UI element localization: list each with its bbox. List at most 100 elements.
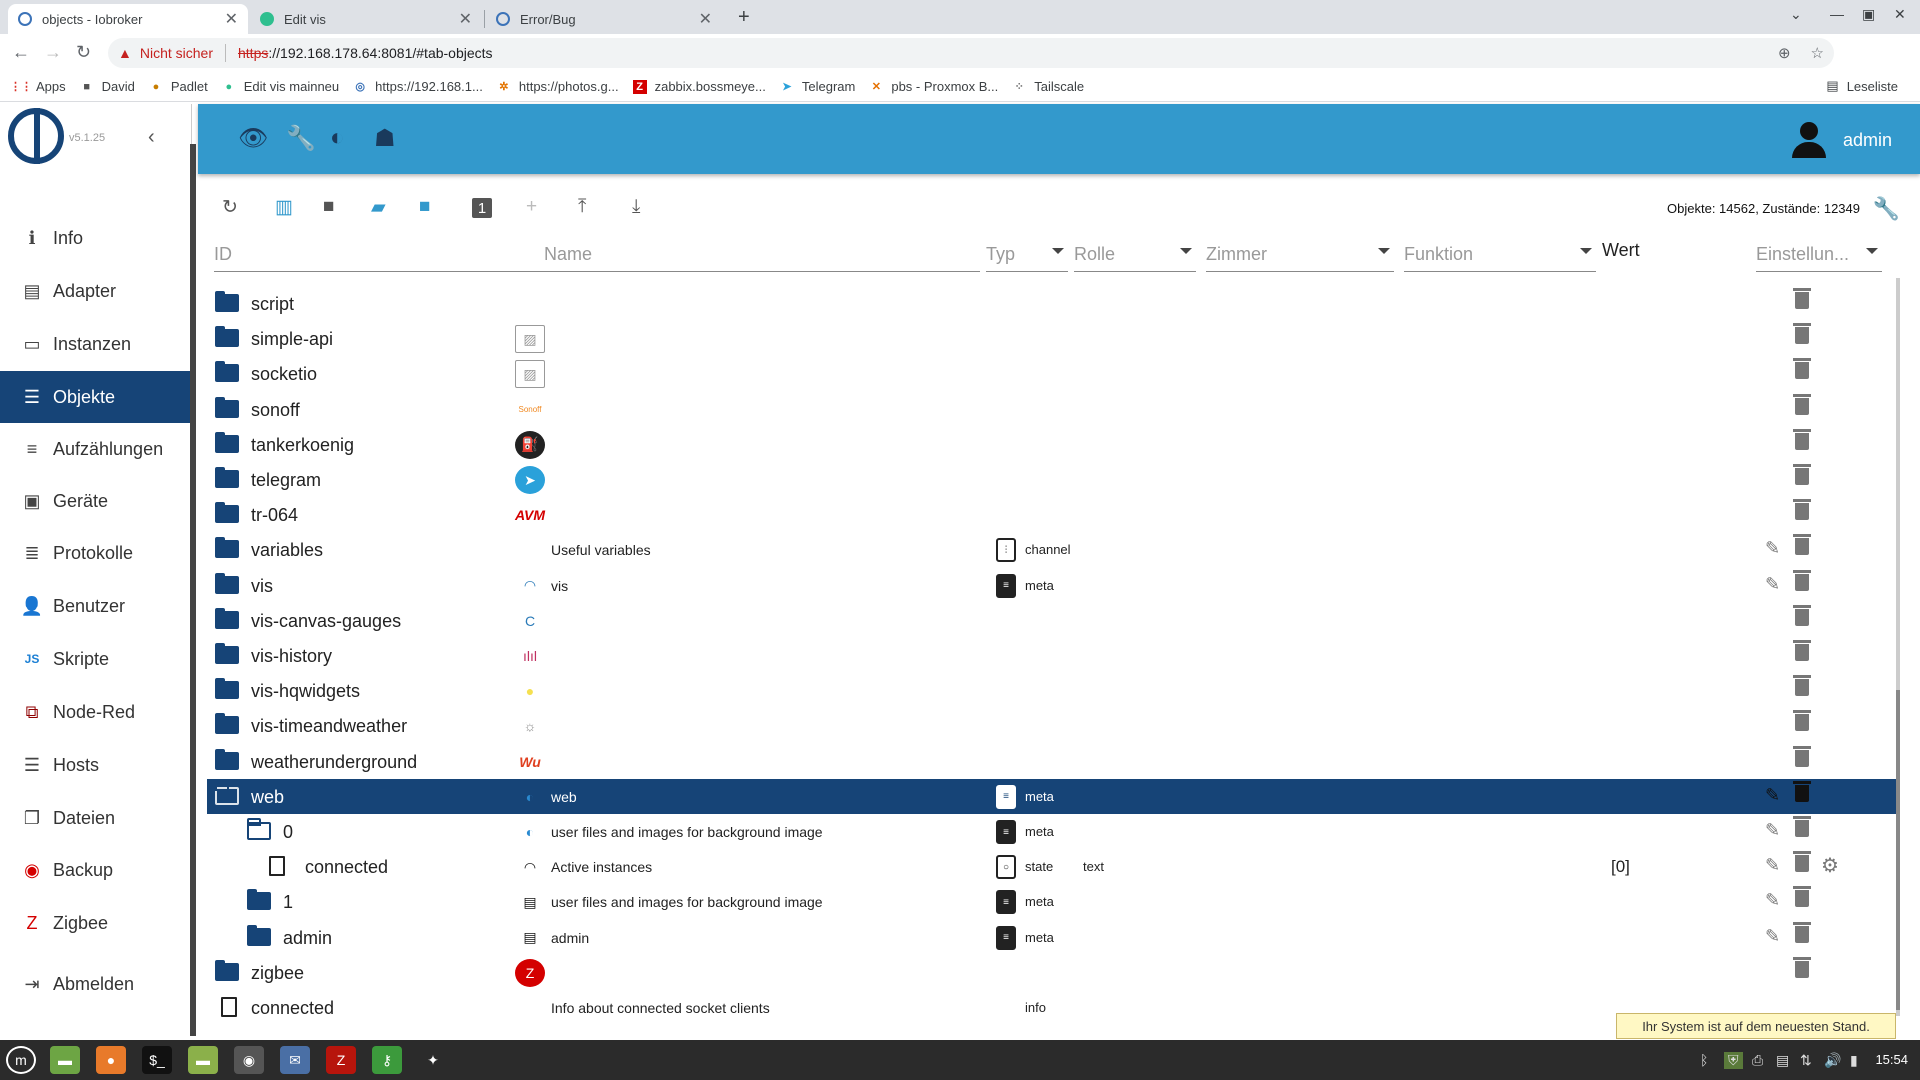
table-row[interactable]: tr-064 AVM (207, 497, 1897, 532)
sidebar-item-zigbee[interactable]: Z Zigbee (0, 897, 192, 949)
file-icon[interactable] (269, 856, 285, 877)
table-row[interactable]: tankerkoenig ⛽ (207, 427, 1897, 462)
refresh-icon[interactable]: ↻ (222, 196, 238, 219)
delete-icon[interactable] (1793, 851, 1811, 877)
bluetooth-icon[interactable]: ᛒ (1700, 1052, 1708, 1068)
folder-icon[interactable] (215, 361, 239, 383)
delete-icon[interactable] (1793, 640, 1811, 666)
mail-icon[interactable]: ✉ (280, 1046, 310, 1074)
table-row[interactable]: script (207, 286, 1897, 321)
url-omnibox[interactable]: ▲ Nicht sicher https ://192.168.178.64:8… (108, 38, 1834, 68)
sidebar-item-hosts[interactable]: ☰ Hosts (0, 739, 192, 791)
bookmark-apps[interactable]: ⋮⋮ Apps (10, 79, 66, 94)
columns-icon[interactable]: ▥ (275, 196, 293, 219)
battery-icon[interactable]: ▮ (1850, 1052, 1858, 1069)
files-icon[interactable]: ▬ (50, 1046, 80, 1074)
folder-icon[interactable] (215, 572, 239, 594)
table-row[interactable]: web ◐ web ≡ meta ✎ (207, 778, 1897, 814)
terminal-icon[interactable]: $_ (142, 1046, 172, 1074)
chrome-icon[interactable]: ◉ (234, 1046, 264, 1074)
wrench-icon[interactable]: 🔧 (286, 124, 316, 153)
table-row[interactable]: socketio ▨ (207, 356, 1897, 391)
folder-icon[interactable] (247, 889, 271, 911)
new-tab-icon[interactable]: + (738, 6, 750, 29)
bookmark-david[interactable]: ■ David (80, 79, 135, 94)
edit-icon[interactable]: ✎ (1765, 538, 1780, 559)
expert-mode-icon[interactable]: ☗ (374, 124, 396, 153)
table-row[interactable]: variables Useful variables ⫶ channel ✎ (207, 532, 1897, 567)
folder-icon[interactable] (247, 924, 271, 946)
reading-list-button[interactable]: ▤ Leseliste (1826, 78, 1898, 94)
expand-folders-icon[interactable]: ■ (419, 196, 430, 218)
folder-icon[interactable] (215, 396, 239, 418)
sidebar-item-node-red[interactable]: ⧉ Node-Red (0, 686, 192, 738)
sidebar-item-aufzählungen[interactable]: ≡ Aufzählungen (0, 423, 192, 475)
edit-icon[interactable]: ✎ (1765, 855, 1780, 876)
table-row[interactable]: telegram ➤ (207, 462, 1897, 497)
tab-edit-vis[interactable]: Edit vis ✕ (250, 4, 482, 34)
delete-icon[interactable] (1793, 499, 1811, 525)
edit-icon[interactable]: ✎ (1765, 890, 1780, 911)
reload-icon[interactable]: ↻ (76, 42, 91, 63)
delete-icon[interactable] (1793, 921, 1811, 948)
bookmark-padlet[interactable]: ● Padlet (149, 79, 208, 94)
sidebar-item-backup[interactable]: ◉ Backup (0, 844, 192, 896)
security-label[interactable]: Nicht sicher (140, 45, 213, 61)
folder-icon[interactable] (215, 713, 239, 735)
table-row[interactable]: connected ◠ Active instances ○ state text [0] ✎… (207, 849, 1897, 884)
theme-icon[interactable]: ◐ (330, 124, 345, 152)
folder-icon[interactable] (215, 431, 239, 453)
edit-icon[interactable]: ✎ (1765, 785, 1780, 806)
firefox-icon[interactable]: ● (96, 1046, 126, 1074)
sidebar-item-adapter[interactable]: ▤ Adapter (0, 265, 192, 317)
forward-arrow-icon[interactable]: → (44, 42, 62, 63)
sidebar-item-abmelden[interactable]: ⇥ Abmelden (0, 958, 192, 1010)
sidebar-item-protokolle[interactable]: ≣ Protokolle (0, 527, 192, 579)
folder-icon[interactable] (215, 537, 239, 559)
table-row[interactable]: vis-hqwidgets ● (207, 673, 1897, 708)
folder-icon[interactable] (215, 502, 239, 524)
delete-icon[interactable] (1793, 816, 1811, 842)
table-row[interactable]: vis-timeandweather ☼ (207, 708, 1897, 743)
folder-icon[interactable] (215, 748, 239, 770)
bookmark-star-icon[interactable]: ☆ (1811, 44, 1824, 62)
zoom-icon[interactable]: ⊕ (1778, 44, 1791, 62)
delete-icon[interactable] (1793, 288, 1811, 314)
expand-level-icon[interactable]: 1 (472, 198, 492, 218)
bookmark-iobroker[interactable]: ◎ https://192.168.1... (353, 79, 483, 94)
tab-objects-iobroker[interactable]: objects - Iobroker ✕ (8, 4, 248, 34)
sidebar-item-skripte[interactable]: JS Skripte (0, 633, 192, 685)
folder-icon[interactable]: ▬ (188, 1046, 218, 1074)
sidebar-item-benutzer[interactable]: 👤 Benutzer (0, 580, 192, 632)
delete-icon[interactable] (1793, 745, 1811, 772)
delete-icon[interactable] (1793, 886, 1811, 912)
folder-icon[interactable] (215, 467, 239, 488)
folder-open-icon[interactable] (215, 782, 239, 805)
delete-icon[interactable] (1793, 393, 1811, 420)
maximize-icon[interactable]: ▣ (1862, 6, 1875, 23)
delete-icon[interactable] (1793, 569, 1811, 596)
sidebar-item-dateien[interactable]: ❐ Dateien (0, 792, 192, 844)
volume-icon[interactable]: 🔊 (1824, 1052, 1841, 1069)
bookmark-photos[interactable]: ✲ https://photos.g... (497, 79, 618, 94)
file-icon[interactable] (221, 997, 237, 1017)
table-row[interactable]: simple-api ▨ (207, 321, 1897, 356)
close-tab-icon[interactable]: ✕ (699, 9, 712, 29)
sidebar-item-info[interactable]: ℹ Info (0, 212, 192, 264)
table-row[interactable]: zigbee Z (207, 955, 1897, 990)
gear-icon[interactable]: ⚙ (1821, 853, 1839, 878)
minimize-icon[interactable]: — (1830, 6, 1844, 22)
sidebar-item-instanzen[interactable]: ▭ Instanzen (0, 318, 192, 370)
edit-icon[interactable]: ✎ (1765, 820, 1780, 841)
folder-icon[interactable] (215, 607, 239, 629)
table-row[interactable]: sonoff Sonoff (207, 392, 1897, 427)
upload-icon[interactable]: ⤒ (578, 196, 586, 218)
folder-icon[interactable] (215, 326, 239, 348)
mint-menu-icon[interactable]: m (6, 1046, 36, 1074)
sidebar-item-objekte[interactable]: ☰ Objekte (0, 371, 192, 423)
delete-icon[interactable] (1793, 780, 1811, 807)
user-menu[interactable]: admin (1789, 120, 1892, 160)
folder-open-icon[interactable] (247, 818, 271, 840)
printer-icon[interactable]: ⎙ (1752, 1052, 1763, 1069)
bookmark-telegram[interactable]: ➤ Telegram (780, 79, 855, 94)
